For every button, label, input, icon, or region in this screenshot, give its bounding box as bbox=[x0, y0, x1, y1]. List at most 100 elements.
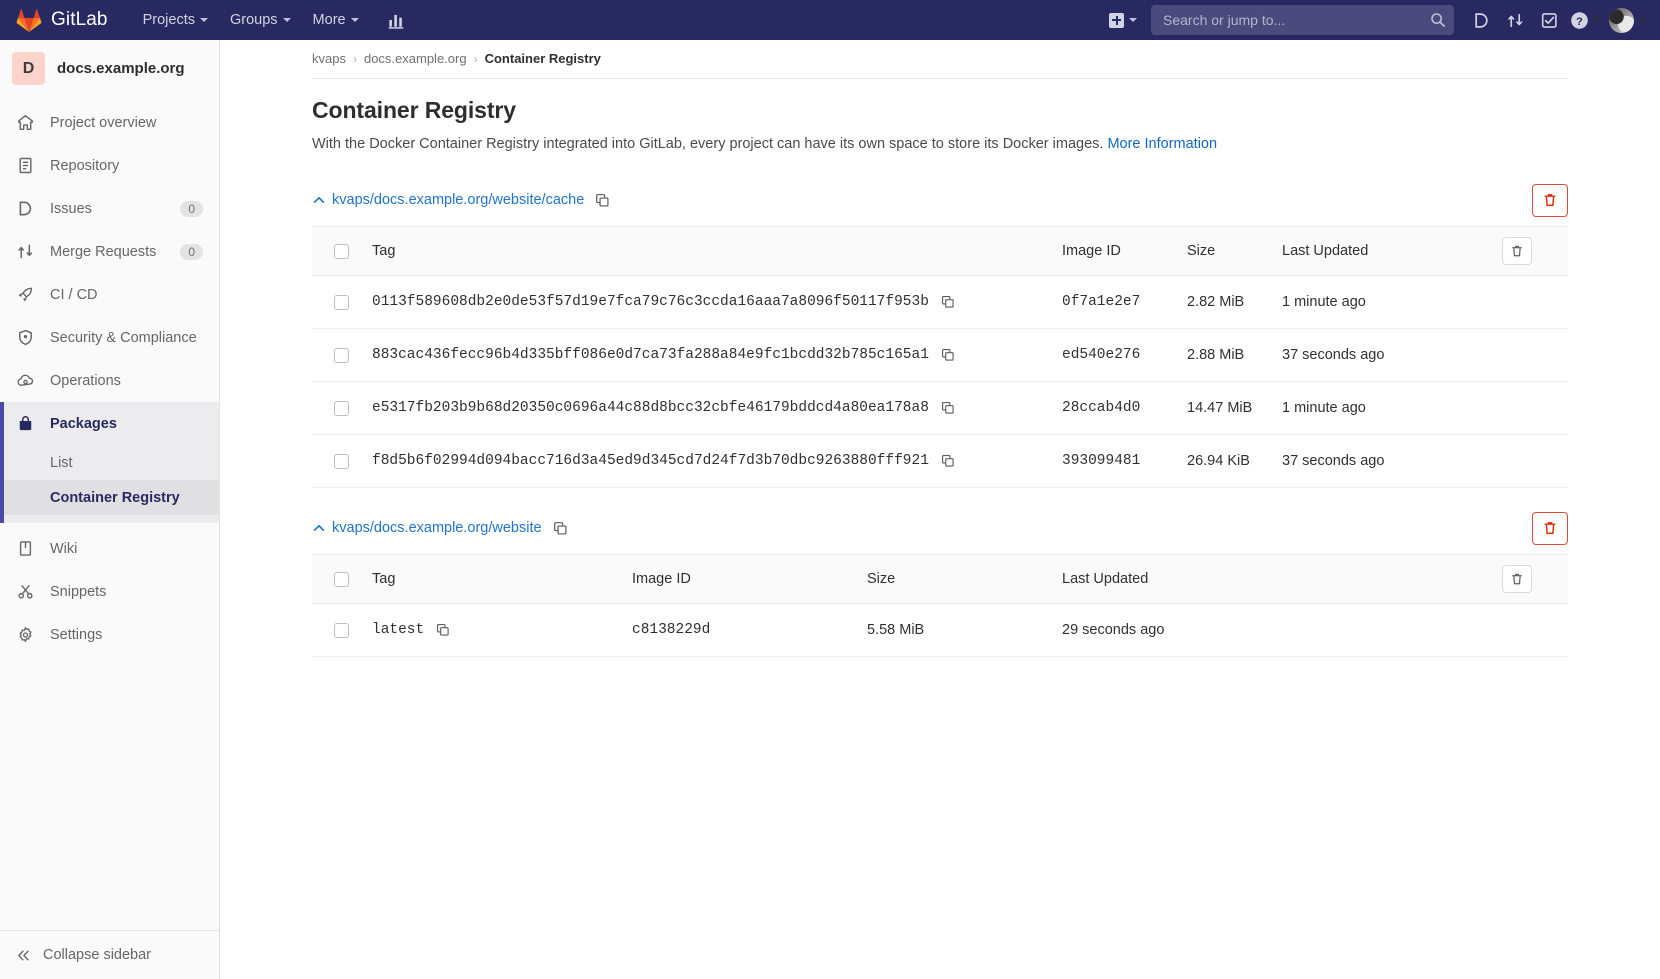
more-information-link[interactable]: More Information bbox=[1107, 136, 1217, 152]
tags-table: Tag Image ID Size Last Updated bbox=[312, 554, 1568, 657]
sidebar-label: Settings bbox=[50, 626, 103, 643]
sidebar-label: Project overview bbox=[50, 114, 157, 131]
nav-item-more[interactable]: More bbox=[304, 3, 368, 37]
sidebar-sublabel: List bbox=[50, 454, 73, 471]
table-row: latest c8138229d 5.58 MiB 29 seconds ago bbox=[312, 603, 1568, 657]
issues-nav-button[interactable] bbox=[1464, 3, 1498, 37]
cell-last-updated: 37 seconds ago bbox=[1274, 328, 1494, 382]
todos-icon bbox=[1541, 12, 1557, 28]
tag-name: 0113f589608db2e0de53f57d19e7fca79c76c3cc… bbox=[372, 294, 929, 310]
home-icon bbox=[17, 114, 39, 131]
page-title: Container Registry bbox=[312, 97, 516, 123]
table-header-row: Tag Image ID Size Last Updated bbox=[312, 554, 1568, 604]
sidebar-item-container-registry[interactable]: Container Registry bbox=[0, 480, 219, 515]
sidebar-item-project-overview[interactable]: Project overview bbox=[0, 101, 219, 144]
copy-icon[interactable] bbox=[941, 454, 955, 468]
delete-selected-tags-button[interactable] bbox=[1502, 237, 1532, 265]
sidebar-item-repository[interactable]: Repository bbox=[0, 144, 219, 187]
copy-icon[interactable] bbox=[436, 623, 450, 637]
user-menu-button[interactable] bbox=[1605, 7, 1650, 33]
cell-image-id: 393099481 bbox=[1054, 434, 1179, 488]
chevron-up-icon[interactable] bbox=[312, 521, 326, 535]
delete-repository-button[interactable] bbox=[1532, 183, 1568, 217]
delete-selected-tags-button[interactable] bbox=[1502, 565, 1532, 593]
chevron-double-left-icon bbox=[18, 949, 29, 961]
chevron-down-icon bbox=[1638, 18, 1646, 22]
column-header-tag: Tag bbox=[364, 554, 624, 604]
package-icon bbox=[17, 415, 39, 432]
cell-size: 5.58 MiB bbox=[859, 603, 1054, 657]
issues-icon bbox=[1474, 12, 1488, 28]
copy-icon[interactable] bbox=[941, 348, 955, 362]
svg-text:?: ? bbox=[1576, 15, 1583, 27]
table-row: f8d5b6f02994d094bacc716d3a45ed9d345cd7d2… bbox=[312, 434, 1568, 488]
tag-name: e5317fb203b9b68d20350c0696a44c88d8bcc32c… bbox=[372, 400, 929, 416]
cell-size: 14.47 MiB bbox=[1179, 381, 1274, 435]
copy-icon[interactable] bbox=[595, 193, 610, 208]
row-checkbox[interactable] bbox=[334, 347, 349, 363]
help-menu-button[interactable]: ? bbox=[1566, 11, 1605, 30]
sidebar-item-operations[interactable]: Operations bbox=[0, 359, 219, 402]
select-all-cell bbox=[312, 226, 364, 276]
nav-item-projects[interactable]: Projects bbox=[134, 3, 217, 37]
cell-actions bbox=[1494, 603, 1568, 657]
sidebar-label: Packages bbox=[50, 415, 117, 432]
row-checkbox[interactable] bbox=[334, 622, 349, 638]
sidebar-item-ci-cd[interactable]: CI / CD bbox=[0, 273, 219, 316]
chevron-up-icon[interactable] bbox=[312, 193, 326, 207]
table-row: 883cac436fecc96b4d335bff086e0d7ca73fa288… bbox=[312, 328, 1568, 382]
cell-tag: f8d5b6f02994d094bacc716d3a45ed9d345cd7d2… bbox=[364, 434, 1054, 488]
select-all-checkbox[interactable] bbox=[334, 571, 349, 587]
sidebar-item-merge-requests[interactable]: Merge Requests 0 bbox=[0, 230, 219, 273]
merge-requests-nav-button[interactable] bbox=[1498, 3, 1532, 37]
tag-name: f8d5b6f02994d094bacc716d3a45ed9d345cd7d2… bbox=[372, 453, 929, 469]
copy-icon[interactable] bbox=[553, 521, 568, 536]
chevron-down-icon bbox=[1593, 18, 1601, 22]
select-all-checkbox[interactable] bbox=[334, 243, 349, 259]
repository-path-link[interactable]: kvaps/docs.example.org/website bbox=[332, 520, 542, 536]
search-placeholder: Search or jump to... bbox=[1163, 12, 1286, 28]
tag-name: 883cac436fecc96b4d335bff086e0d7ca73fa288… bbox=[372, 347, 929, 363]
analytics-button[interactable] bbox=[378, 3, 416, 37]
row-checkbox[interactable] bbox=[334, 453, 349, 469]
cloud-gear-icon bbox=[17, 372, 39, 389]
cell-image-id: c8138229d bbox=[624, 603, 859, 657]
sidebar-item-snippets[interactable]: Snippets bbox=[0, 570, 219, 613]
breadcrumb-separator: › bbox=[352, 51, 357, 66]
project-avatar: D bbox=[12, 52, 45, 85]
gitlab-logo-link[interactable]: GitLab bbox=[16, 8, 108, 33]
trash-icon bbox=[1512, 245, 1522, 257]
collapse-sidebar-button[interactable]: Collapse sidebar bbox=[0, 930, 219, 979]
nav-item-groups[interactable]: Groups bbox=[221, 3, 300, 37]
row-checkbox[interactable] bbox=[334, 294, 349, 310]
chevron-down-icon bbox=[350, 18, 359, 22]
table-row: 0113f589608db2e0de53f57d19e7fca79c76c3cc… bbox=[312, 275, 1568, 329]
sidebar-item-settings[interactable]: Settings bbox=[0, 613, 219, 656]
repository-path-link[interactable]: kvaps/docs.example.org/website/cache bbox=[332, 192, 584, 208]
row-checkbox[interactable] bbox=[334, 400, 349, 416]
search-input[interactable]: Search or jump to... bbox=[1151, 5, 1454, 35]
sidebar-item-security-compliance[interactable]: Security & Compliance bbox=[0, 316, 219, 359]
sidebar-item-packages-list[interactable]: List bbox=[0, 445, 219, 480]
create-new-button[interactable] bbox=[1101, 6, 1145, 35]
todos-nav-button[interactable] bbox=[1532, 3, 1566, 37]
copy-icon[interactable] bbox=[941, 295, 955, 309]
page-description: With the Docker Container Registry integ… bbox=[312, 136, 1568, 152]
breadcrumb-item-project[interactable]: docs.example.org bbox=[364, 51, 467, 66]
sidebar-project-header[interactable]: D docs.example.org bbox=[0, 40, 219, 97]
brand-name: GitLab bbox=[51, 9, 108, 30]
merge-requests-icon bbox=[1507, 13, 1522, 27]
column-header-actions bbox=[1494, 226, 1568, 276]
sidebar-label: Operations bbox=[50, 372, 121, 389]
question-circle-icon: ? bbox=[1571, 11, 1588, 29]
sidebar-item-packages[interactable]: Packages bbox=[0, 402, 219, 445]
copy-icon[interactable] bbox=[941, 401, 955, 415]
delete-repository-button[interactable] bbox=[1532, 511, 1568, 545]
sidebar-label: Security & Compliance bbox=[50, 329, 197, 346]
sidebar-item-wiki[interactable]: Wiki bbox=[0, 527, 219, 570]
sidebar-item-issues[interactable]: Issues 0 bbox=[0, 187, 219, 230]
sidebar-label: Issues bbox=[50, 200, 92, 217]
breadcrumb-item-group[interactable]: kvaps bbox=[312, 51, 346, 66]
sidebar-nav-list-secondary: Wiki Snippets Settings bbox=[0, 523, 219, 656]
collapse-sidebar-label: Collapse sidebar bbox=[43, 947, 152, 963]
